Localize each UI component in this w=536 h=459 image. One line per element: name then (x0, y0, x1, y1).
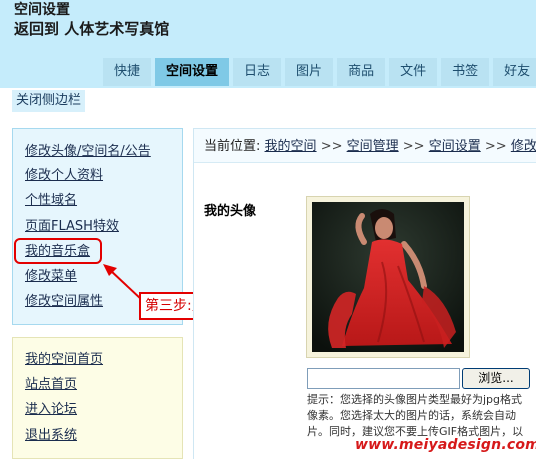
breadcrumb-space-management[interactable]: 空间管理 (347, 139, 399, 154)
sidebar-item-flash-effects[interactable]: 页面FLASH特效 (25, 218, 119, 236)
sidebar-item-edit-avatar[interactable]: 修改头像/空间名/公告 (25, 143, 151, 161)
sidebar-item-custom-domain[interactable]: 个性域名 (25, 192, 77, 210)
sidebar-item-logout[interactable]: 退出系统 (25, 427, 77, 445)
avatar-hint-line: 提示：您选择的头像图片类型最好为jpg格式 (307, 393, 523, 406)
tab-friends[interactable]: 好友 (493, 58, 536, 86)
sidebar-item-site-home[interactable]: 站点首页 (25, 376, 77, 394)
browse-button[interactable]: 浏览... (462, 368, 530, 389)
tab-photos[interactable]: 图片 (285, 58, 334, 86)
music-box-highlight-ring (14, 238, 102, 264)
avatar-section-label: 我的头像 (204, 204, 257, 219)
page-title: 空间设置 (14, 2, 70, 18)
avatar-hint-line: 像素。您选择太大的图片的话，系统会自动 (307, 409, 516, 422)
sidebar-item-edit-menu[interactable]: 修改菜单 (25, 268, 77, 286)
sidebar-navigation-menu: 我的空间首页 站点首页 进入论坛 退出系统 (12, 337, 183, 459)
breadcrumb-my-space[interactable]: 我的空间 (265, 139, 317, 154)
close-sidebar-button[interactable]: 关闭侧边栏 (12, 90, 86, 112)
main-nav-tabs: 快捷 空间设置 日志 图片 商品 文件 书签 好友 (103, 58, 536, 86)
avatar-file-input[interactable] (307, 368, 460, 389)
breadcrumb-separator: >> (320, 139, 343, 154)
tab-quick[interactable]: 快捷 (103, 58, 152, 86)
breadcrumb-prefix: 当前位置: (204, 139, 261, 154)
sidebar-item-space-properties[interactable]: 修改空间属性 (25, 293, 103, 311)
tab-blog[interactable]: 日志 (233, 58, 282, 86)
breadcrumb: 当前位置: 我的空间 >> 空间管理 >> 空间设置 >> 修改 (204, 138, 536, 156)
tab-products[interactable]: 商品 (337, 58, 386, 86)
breadcrumb-space-settings[interactable]: 空间设置 (429, 139, 481, 154)
breadcrumb-edit[interactable]: 修改 (511, 139, 536, 154)
tab-files[interactable]: 文件 (389, 58, 438, 86)
sidebar-item-forum[interactable]: 进入论坛 (25, 401, 77, 419)
breadcrumb-separator: >> (484, 139, 507, 154)
sidebar-item-edit-profile[interactable]: 修改个人资料 (25, 167, 103, 185)
back-to-space-link[interactable]: 返回到 人体艺术写真馆 (14, 20, 169, 38)
avatar-image (312, 202, 464, 352)
tab-bookmarks[interactable]: 书签 (441, 58, 490, 86)
tab-space-settings[interactable]: 空间设置 (155, 58, 230, 86)
sidebar-item-my-space-home[interactable]: 我的空间首页 (25, 351, 103, 369)
site-watermark: www.meiyadesign.com (355, 437, 536, 453)
breadcrumb-separator: >> (402, 139, 425, 154)
